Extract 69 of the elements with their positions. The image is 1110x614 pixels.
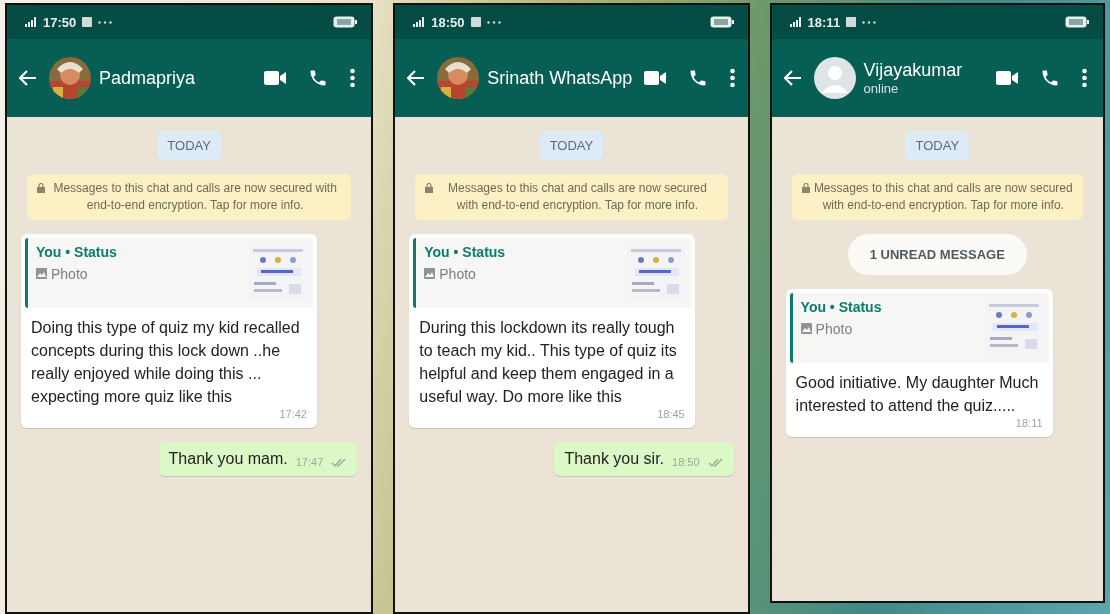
encryption-notice[interactable]: Messages to this chat and calls are now secured with end-to-end encryption. Tap for more info. [27, 174, 352, 220]
quote-author: You • Status [36, 243, 118, 260]
more-dots-icon [486, 20, 501, 24]
double-tick-icon [331, 458, 348, 469]
more-vertical-icon [350, 68, 356, 88]
message-text: During this lockdown its really tough to teach my kid.. This type of quiz its helpful and keep them engaged in a useful way. Do more like this [419, 317, 678, 408]
date-label: TODAY [157, 131, 221, 160]
quote-label: Photo [51, 265, 88, 282]
contact-name[interactable]: Padmapriya [99, 67, 196, 89]
image-icon [36, 268, 47, 280]
encryption-notice[interactable]: Messages to this chat and calls are now secured with end-to-end encryption. Tap for more info. [415, 174, 728, 220]
double-tick-icon [707, 458, 724, 469]
quote-label: Photo [815, 320, 853, 337]
signal-icon [789, 17, 802, 27]
encryption-notice[interactable]: Messages to this chat and calls are now secured with end-to-end encryption. Tap for more info. [791, 174, 1083, 220]
battery-icon [1065, 16, 1089, 28]
lock-icon [37, 183, 45, 193]
status-time: 18:50 [431, 14, 465, 30]
message-time: 18:50 [672, 456, 700, 469]
contact-name[interactable]: Srinath WhatsApp [487, 67, 633, 89]
phone-icon [688, 68, 709, 88]
contact-status: online [863, 81, 899, 96]
notification-icon [82, 17, 93, 27]
more-vertical-icon [1082, 68, 1087, 88]
message-time: 17:42 [279, 408, 307, 421]
quoted-status[interactable]: You • Status Photo [413, 237, 691, 308]
signal-icon [25, 17, 37, 27]
video-camera-icon [264, 71, 287, 85]
battery-icon [333, 16, 358, 28]
image-icon [800, 323, 812, 335]
notice-text: Messages to this chat and calls are now secured with end-to-end encryption. Tap for more info. [447, 180, 708, 214]
message-text: Doing this type of quiz my kid recalled concepts during this lock down ..he really enjoyed while doing this ... expecting more quiz like this [31, 317, 301, 408]
notice-text: Messages to this chat and calls are now secured with end-to-end encryption. Tap for more info. [813, 180, 1073, 214]
notice-text: Messages to this chat and calls are now secured with end-to-end encryption. Tap for more info. [52, 180, 338, 214]
lock-icon [425, 183, 434, 193]
more-dots-icon [862, 20, 877, 24]
message-time: 18:11 [1015, 416, 1043, 429]
video-camera-icon [644, 71, 667, 85]
quote-label: Photo [439, 265, 476, 282]
back-arrow-icon [19, 70, 37, 86]
contact-name[interactable]: Vijayakumar [863, 60, 963, 81]
status-time: 18:11 [807, 14, 841, 30]
back-arrow-icon [783, 70, 802, 86]
phone-icon [1040, 68, 1060, 88]
quoted-status[interactable]: You • Status Photo [25, 237, 313, 308]
message-text: Thank you mam. [168, 450, 288, 469]
quote-author: You • Status [800, 298, 883, 315]
date-label: TODAY [905, 131, 970, 160]
more-vertical-icon [730, 68, 736, 88]
battery-icon [709, 16, 734, 28]
phone-icon [308, 68, 329, 88]
video-camera-icon [996, 71, 1018, 85]
message-text: Thank you sir. [564, 450, 665, 469]
lock-icon [801, 183, 810, 193]
image-icon [424, 268, 436, 280]
status-time: 17:50 [43, 14, 77, 30]
date-label: TODAY [539, 131, 604, 160]
quoted-status[interactable]: You • Status Photo [789, 292, 1049, 363]
notification-icon [846, 17, 857, 27]
more-dots-icon [98, 20, 113, 24]
message-text: Good initiative. My daughter Much interested to attend the quiz..... [795, 372, 1040, 416]
message-time: 18:45 [657, 408, 685, 421]
avatar-icon [813, 57, 856, 99]
message-time: 17:47 [295, 456, 324, 469]
signal-icon [413, 17, 426, 27]
quote-author: You • Status [424, 243, 507, 260]
back-arrow-icon [407, 70, 426, 86]
unread-label: 1 UNREAD MESSAGE [847, 233, 1027, 275]
notification-icon [470, 17, 481, 27]
